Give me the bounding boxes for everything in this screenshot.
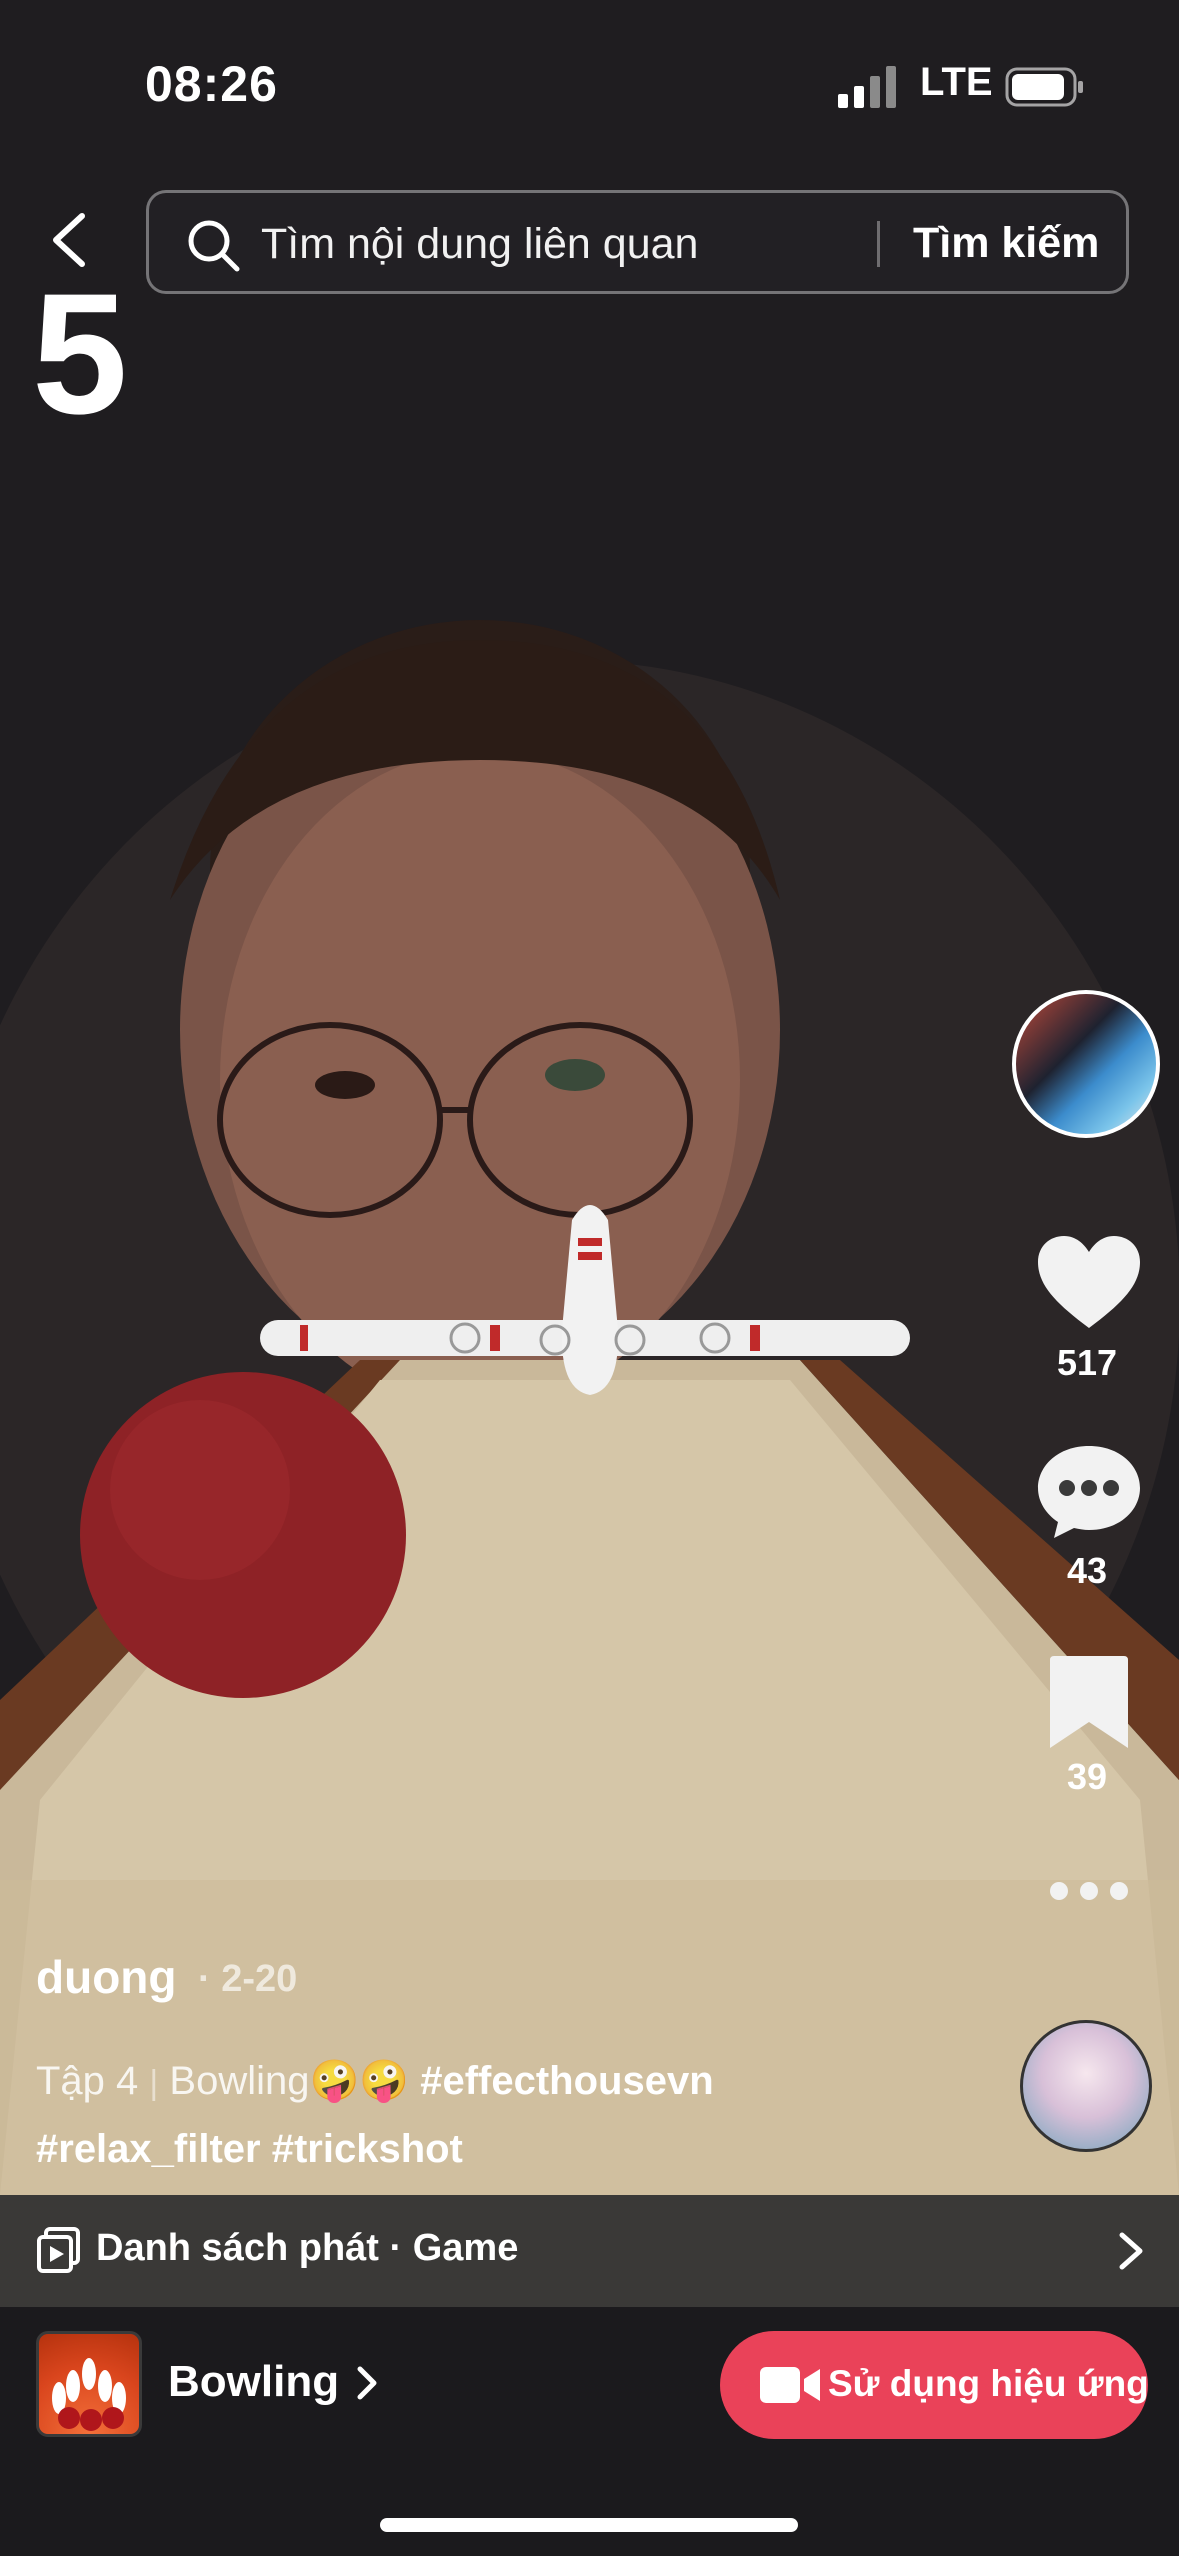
caption-separator: | [149,2064,159,2102]
use-effect-label: Sử dụng hiệu ứng [828,2363,1149,2404]
playlist-bar[interactable]: Danh sách phát · Game [0,2195,1179,2307]
chevron-right-icon [1119,2232,1143,2270]
overlay-count: 5 [32,258,128,450]
bowling-pins-icon [52,2358,126,2431]
playlist-label: Danh sách phát · Game [96,2227,519,2269]
comment-count: 43 [1066,1550,1108,1591]
more-icon[interactable] [1048,1880,1130,1902]
video-frame [0,0,1179,2195]
post-date: · 2-20 [198,1958,298,2000]
search-input[interactable]: Tìm nội dung liên quan [261,220,698,269]
video-camera-icon [760,2367,820,2403]
caption: Tập 4 | Bowling🤪🤪 #effecthousevn #relax_… [36,2048,996,2182]
home-indicator [380,2518,798,2532]
playlist-icon [37,2227,80,2273]
hashtags[interactable]: #relax_filter #trickshot [36,2127,463,2171]
battery-icon [1005,67,1083,107]
username[interactable]: duong [36,1950,177,2004]
heart-icon[interactable] [1034,1232,1144,1332]
network-label: LTE [920,60,993,104]
use-effect-button[interactable]: Sử dụng hiệu ứng [720,2331,1149,2439]
effect-thumbnail[interactable] [36,2331,142,2437]
signal-icon [838,66,896,108]
status-bar: 08:26 LTE [0,0,1179,170]
effect-name[interactable]: Bowling [168,2357,339,2407]
creator-avatar[interactable] [1012,990,1160,1138]
search-button[interactable]: Tìm kiếm [913,219,1099,268]
bookmark-icon[interactable] [1034,1652,1144,1752]
comment-icon[interactable] [1034,1440,1144,1540]
effect-chevron-icon[interactable] [352,2363,382,2403]
search-divider [877,221,880,267]
status-time: 08:26 [145,56,278,112]
caption-episode: Tập 4 [36,2059,139,2103]
search-bar[interactable]: Tìm nội dung liên quan Tìm kiếm [146,190,1129,294]
save-count: 39 [1066,1756,1108,1797]
sound-disc[interactable] [1020,2020,1152,2152]
hashtag-effecthousevn[interactable]: #effecthousevn [420,2059,713,2103]
like-count: 517 [1056,1342,1118,1383]
caption-title: Bowling🤪🤪 [169,2059,410,2103]
video-player[interactable] [0,0,1179,2195]
search-icon [188,220,240,272]
